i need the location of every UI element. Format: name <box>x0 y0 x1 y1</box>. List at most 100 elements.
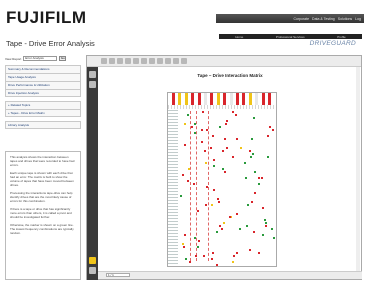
matrix-cell <box>226 120 228 122</box>
section-link[interactable]: Professional Services <box>276 35 305 39</box>
matrix-cell <box>217 198 219 200</box>
matrix-cell <box>267 135 269 137</box>
nav-item[interactable]: Summary & Recommendations <box>5 65 81 73</box>
nav-item[interactable]: Drive Performance & Utilization <box>5 81 81 89</box>
pen-icon[interactable] <box>89 257 96 264</box>
matrix-cell <box>211 258 213 260</box>
viewer-statusbar: 1 / 1 <box>98 271 362 279</box>
matrix-cell <box>184 144 186 146</box>
fit-icon[interactable] <box>157 58 163 64</box>
matrix-cell <box>232 111 234 113</box>
matrix-cell <box>272 129 274 131</box>
matrix-cell <box>201 129 203 131</box>
description-panel: This analysis shows the interaction betw… <box>5 151 81 280</box>
section-link[interactable]: Home <box>235 35 243 39</box>
nav-item[interactable]: + Related Topics <box>5 101 81 109</box>
topnav-link[interactable]: Corporate <box>293 17 309 21</box>
matrix-cell <box>271 228 273 230</box>
matrix-cell <box>236 252 238 254</box>
matrix-cell <box>250 156 252 158</box>
nav-item[interactable]: + Tapes - Drive Error Matrix <box>5 109 81 117</box>
matrix-cell <box>210 147 212 149</box>
matrix-cell <box>206 129 208 131</box>
matrix-cell <box>222 168 224 170</box>
email-icon[interactable] <box>117 58 123 64</box>
matrix-cell <box>269 126 271 128</box>
matrix-cell <box>185 258 187 260</box>
matrix-cell <box>184 123 186 125</box>
matrix-cell <box>183 246 185 248</box>
matrix-cell <box>249 150 251 152</box>
matrix-cell <box>191 126 193 128</box>
matrix-cell <box>223 222 225 224</box>
matrix-cell <box>182 174 184 176</box>
nav-item[interactable]: Tape Usage Analysis <box>5 73 81 81</box>
nav-item[interactable]: Library Analysis <box>5 121 81 129</box>
interaction-matrix <box>167 92 277 267</box>
topnav-link[interactable]: Solutions <box>338 17 352 21</box>
matrix-cell <box>224 171 226 173</box>
search-icon[interactable] <box>125 58 131 64</box>
matrix-cell <box>229 216 231 218</box>
matrix-cell <box>204 150 206 152</box>
page-up-icon[interactable] <box>133 58 139 64</box>
topnav-link[interactable]: Log <box>355 17 361 21</box>
matrix-cell <box>273 237 275 239</box>
viewer-toolbar <box>87 56 361 67</box>
page-down-icon[interactable] <box>141 58 147 64</box>
report-select[interactable]: Error Analysis <box>23 56 58 61</box>
matrix-cell <box>251 138 253 140</box>
column-headers <box>168 105 276 109</box>
drive-header-strip <box>172 93 276 105</box>
matrix-cell <box>261 177 263 179</box>
matrix-cell <box>245 177 247 179</box>
matrix-cell <box>195 255 197 257</box>
section-link[interactable]: Profile <box>337 35 346 39</box>
zoom-icon[interactable] <box>149 58 155 64</box>
viewer-side-panel <box>87 67 98 280</box>
matrix-cell <box>213 189 215 191</box>
matrix-cell <box>197 246 199 248</box>
matrix-cell <box>184 234 186 236</box>
layers-icon[interactable] <box>89 267 96 274</box>
matrix-cell <box>205 162 207 164</box>
matrix-cell <box>251 201 253 203</box>
matrix-cell <box>254 171 256 173</box>
matrix-cell <box>219 126 221 128</box>
matrix-cell <box>249 249 251 251</box>
matrix-cell <box>225 123 227 125</box>
print-icon[interactable] <box>109 58 115 64</box>
page-indicator[interactable]: 1 / 1 <box>106 273 130 277</box>
matrix-cell <box>216 264 218 266</box>
driveguard-logo: DRIVEGUARD <box>309 40 356 47</box>
attachments-icon[interactable] <box>89 81 96 88</box>
matrix-cell <box>267 156 269 158</box>
save-icon[interactable] <box>101 58 107 64</box>
matrix-cell <box>244 162 246 164</box>
matrix-cell <box>188 168 190 170</box>
matrix-cell <box>246 225 248 227</box>
report-select-row: View Report Error Analysis Go <box>5 55 81 62</box>
comment-icon[interactable] <box>181 58 187 64</box>
matrix-title: Tape – Drive Interaction Matrix <box>197 73 263 78</box>
matrix-cell <box>265 222 267 224</box>
nav-item[interactable]: Drive Injection Analysis <box>5 89 81 97</box>
description-text: Processing the interactions tape-drive c… <box>10 191 73 203</box>
matrix-cell <box>253 231 255 233</box>
matrix-cell <box>226 147 228 149</box>
viewer-scrollbar[interactable] <box>356 67 360 273</box>
matrix-cell <box>264 219 266 221</box>
matrix-cell <box>236 138 238 140</box>
matrix-cell <box>187 114 189 116</box>
tools-icon[interactable] <box>165 58 171 64</box>
matrix-cell <box>180 195 182 197</box>
description-text: Each unique tape is shown with each driv… <box>10 171 74 187</box>
section-nav: Home Professional Services Profile <box>219 34 362 39</box>
matrix-cell <box>216 231 218 233</box>
pages-icon[interactable] <box>89 71 96 78</box>
sign-icon[interactable] <box>173 58 179 64</box>
matrix-cell <box>224 138 226 140</box>
topnav-link[interactable]: Data & Testing <box>312 17 335 21</box>
go-button[interactable]: Go <box>59 56 67 61</box>
matrix-cell <box>258 183 260 185</box>
